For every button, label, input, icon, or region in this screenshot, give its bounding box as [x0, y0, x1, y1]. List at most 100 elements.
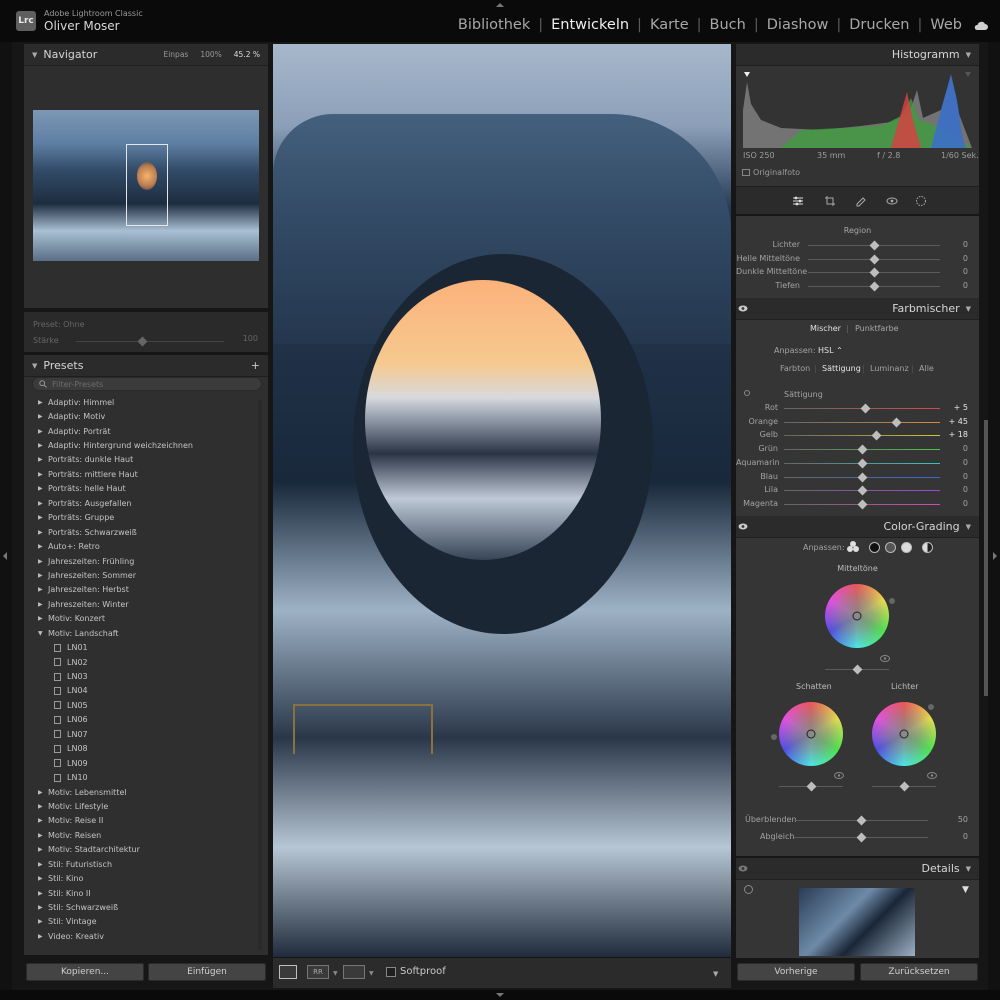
collapsed-triangle-icon[interactable]: ▶ [38, 846, 48, 853]
detail-preview[interactable] [799, 888, 915, 956]
before-after-icon[interactable]: RR [307, 965, 329, 979]
preset-item[interactable]: LN05 [26, 698, 266, 712]
preset-item[interactable]: LN01 [26, 640, 266, 654]
collapsed-triangle-icon[interactable]: ▶ [38, 471, 48, 478]
toolbar-menu-icon[interactable]: ▼ [713, 970, 718, 978]
eye-icon[interactable] [738, 865, 748, 872]
region-slider-thumb[interactable] [869, 281, 879, 292]
preset-group[interactable]: ▶ Stil: Kino II [26, 886, 266, 900]
collapsed-triangle-icon[interactable]: ▶ [38, 529, 48, 536]
hsl-dropdown[interactable]: HSL ⌃ [818, 346, 843, 355]
collapse-top-icon[interactable] [496, 3, 504, 7]
healing-icon[interactable] [855, 195, 867, 207]
module-diashow[interactable]: Diashow [759, 17, 837, 33]
mixer-mode-1[interactable]: Sättigung [822, 364, 861, 373]
highlights-lum-dot[interactable] [928, 704, 934, 710]
highlights-luminance-thumb[interactable] [899, 781, 910, 792]
eye-icon[interactable] [834, 772, 844, 779]
preset-item[interactable]: LN02 [26, 655, 266, 669]
collapsed-triangle-icon[interactable]: ▶ [38, 413, 48, 420]
preset-group[interactable]: ▶ Stil: Vintage [26, 915, 266, 929]
preset-group[interactable]: ▶ Porträts: Schwarzweiß [26, 525, 266, 539]
preset-item[interactable]: LN04 [26, 684, 266, 698]
copy-settings-button[interactable]: Kopieren... [26, 963, 144, 981]
highlights-color-wheel[interactable] [872, 702, 936, 766]
mixer-mode-2[interactable]: Luminanz [870, 364, 909, 373]
masking-icon[interactable] [915, 195, 927, 207]
target-adjust-icon[interactable] [744, 390, 750, 396]
histogram-header[interactable]: Histogramm ▼ [736, 44, 979, 66]
collapsed-triangle-icon[interactable]: ▶ [38, 586, 48, 593]
split-view-icon[interactable] [343, 965, 365, 979]
preset-group[interactable]: ▶ Jahreszeiten: Frühling [26, 554, 266, 568]
amount-slider-track[interactable] [76, 341, 224, 342]
preset-group[interactable]: ▶ Stil: Schwarzweiß [26, 900, 266, 914]
tab-point-color[interactable]: Punktfarbe [855, 324, 899, 333]
preset-group[interactable]: ▶ Adaptiv: Porträt [26, 424, 266, 438]
collapsed-triangle-icon[interactable]: ▶ [38, 817, 48, 824]
navigator-header[interactable]: ▼ Navigator Einpas 100% 45.2 % [24, 44, 268, 66]
paste-settings-button[interactable]: Einfügen [148, 963, 266, 981]
zoom-fit-option[interactable]: Einpas [163, 50, 188, 59]
preset-group[interactable]: ▶ Jahreszeiten: Winter [26, 597, 266, 611]
collapsed-triangle-icon[interactable]: ▶ [38, 918, 48, 925]
preset-group[interactable]: ▶ Porträts: helle Haut [26, 482, 266, 496]
collapsed-triangle-icon[interactable]: ▶ [38, 789, 48, 796]
histogram-chart[interactable] [741, 70, 974, 148]
expanded-triangle-icon[interactable]: ▼ [38, 630, 48, 637]
crop-icon[interactable] [824, 195, 836, 207]
softproof-checkbox[interactable] [386, 967, 396, 977]
three-way-icon[interactable] [846, 541, 860, 553]
eye-icon[interactable] [738, 305, 748, 312]
module-karte[interactable]: Karte [642, 17, 697, 33]
midtones-lum-dot[interactable] [889, 598, 895, 604]
preset-group[interactable]: ▶ Motiv: Stadtarchitektur [26, 843, 266, 857]
collapsed-triangle-icon[interactable]: ▶ [38, 442, 48, 449]
saturation-slider-thumb[interactable] [891, 417, 902, 428]
reset-button[interactable]: Zurücksetzen [860, 963, 978, 981]
color-grading-header[interactable]: Color-Grading ▼ [736, 516, 979, 538]
preset-item[interactable]: LN06 [26, 713, 266, 727]
saturation-slider-thumb[interactable] [860, 403, 871, 414]
preset-group[interactable]: ▶ Adaptiv: Hintergrund weichzeichnen [26, 438, 266, 452]
preset-group[interactable]: ▶ Motiv: Reise II [26, 814, 266, 828]
detail-preview-toggle-icon[interactable]: ▼ [962, 885, 969, 895]
module-buch[interactable]: Buch [702, 17, 754, 33]
preset-group[interactable]: ▶ Jahreszeiten: Sommer [26, 568, 266, 582]
eye-icon[interactable] [738, 523, 748, 530]
amount-slider-thumb[interactable] [137, 336, 148, 347]
preset-group[interactable]: ▶ Porträts: mittlere Haut [26, 467, 266, 481]
preset-group[interactable]: ▶ Motiv: Lifestyle [26, 799, 266, 813]
preset-item[interactable]: LN03 [26, 669, 266, 683]
shadows-wheel-icon[interactable] [869, 542, 880, 553]
preset-group[interactable]: ▶ Adaptiv: Himmel [26, 395, 266, 409]
preset-group[interactable]: ▶ Porträts: Ausgefallen [26, 496, 266, 510]
midtones-luminance-thumb[interactable] [852, 664, 863, 675]
saturation-slider-thumb[interactable] [857, 485, 867, 496]
eye-icon[interactable] [880, 655, 890, 662]
region-slider-thumb[interactable] [869, 240, 879, 251]
saturation-slider-thumb[interactable] [857, 499, 867, 510]
collapsed-triangle-icon[interactable]: ▶ [38, 514, 48, 521]
collapsed-triangle-icon[interactable]: ▶ [38, 500, 48, 507]
color-mixer-header[interactable]: Farbmischer ▼ [736, 298, 979, 320]
module-entwickeln[interactable]: Entwickeln [543, 17, 637, 33]
saturation-slider-thumb[interactable] [857, 472, 867, 482]
mixer-mode-0[interactable]: Farbton [780, 364, 810, 373]
preset-item[interactable]: LN07 [26, 727, 266, 741]
collapsed-triangle-icon[interactable]: ▶ [38, 558, 48, 565]
preset-group[interactable]: ▶ Porträts: dunkle Haut [26, 453, 266, 467]
region-slider-thumb[interactable] [869, 267, 879, 278]
module-web[interactable]: Web [922, 17, 970, 33]
blending-thumb[interactable] [856, 815, 866, 826]
collapse-left-icon[interactable] [3, 552, 7, 560]
preset-item[interactable]: LN09 [26, 756, 266, 770]
loupe-view-icon[interactable] [279, 965, 297, 979]
photo-canvas[interactable] [273, 44, 731, 957]
shadows-color-wheel[interactable] [779, 702, 843, 766]
chevron-down-icon[interactable]: ▼ [369, 970, 374, 977]
shadows-luminance-thumb[interactable] [806, 781, 817, 792]
mixer-mode-3[interactable]: Alle [919, 364, 934, 373]
preset-group[interactable]: ▼ Motiv: Landschaft [26, 626, 266, 640]
collapsed-triangle-icon[interactable]: ▶ [38, 904, 48, 911]
